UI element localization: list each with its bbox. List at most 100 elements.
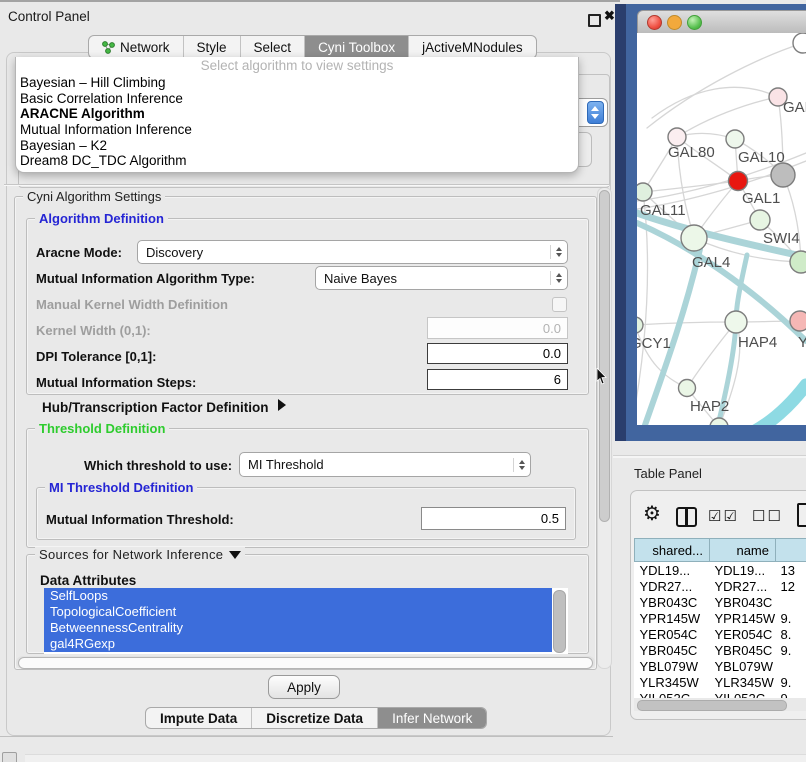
close-traffic-light-icon[interactable] bbox=[647, 15, 662, 30]
combo-stepper-icon[interactable] bbox=[587, 101, 604, 124]
table-row[interactable]: YDL19...YDL19...13 bbox=[635, 562, 806, 579]
algorithm-option[interactable]: Mutual Information Inference bbox=[16, 122, 578, 138]
separator bbox=[4, 184, 609, 186]
document-icon[interactable] bbox=[797, 503, 806, 527]
columns-icon[interactable] bbox=[676, 507, 697, 527]
gear-icon[interactable]: ⚙ bbox=[643, 504, 661, 524]
mi-algorithm-type-combobox[interactable]: Naive Bayes bbox=[315, 266, 568, 290]
close-icon[interactable]: ✖ bbox=[604, 8, 615, 24]
table-cell: YLR345W bbox=[635, 674, 710, 690]
attribute-list-item[interactable]: BetweennessCentrality bbox=[44, 620, 552, 636]
algorithm-option[interactable]: Basic Correlation Inference bbox=[16, 91, 578, 107]
node-right-green[interactable] bbox=[790, 251, 806, 273]
bottom-status-strip bbox=[25, 754, 806, 762]
node-HAP2[interactable] bbox=[679, 380, 696, 397]
algorithm-option[interactable]: Bayesian – K2 bbox=[16, 138, 578, 154]
kernel-width-label: Kernel Width (0,1): bbox=[36, 323, 151, 338]
node-GAL10[interactable] bbox=[726, 130, 744, 148]
table-cell: YER054C bbox=[710, 626, 776, 642]
aracne-mode-value: Discovery bbox=[138, 245, 550, 260]
table-row[interactable]: YIL052CYIL052C9 bbox=[635, 690, 806, 698]
data-attributes-list[interactable]: SelfLoopsTopologicalCoefficientBetweenne… bbox=[44, 588, 568, 654]
dpi-tolerance-field[interactable]: 0.0 bbox=[427, 343, 568, 364]
table-horizontal-scrollbar[interactable] bbox=[634, 698, 806, 711]
aracne-mode-combobox[interactable]: Discovery bbox=[137, 240, 568, 264]
checked-columns-icon[interactable]: ☑☑ bbox=[708, 507, 739, 525]
expander-expanded-icon bbox=[229, 551, 241, 559]
zoom-traffic-light-icon[interactable] bbox=[687, 15, 702, 30]
node-GAL1[interactable] bbox=[729, 172, 748, 191]
network-window-titlebar[interactable] bbox=[637, 10, 806, 34]
table-row[interactable]: YER054CYER054C8. bbox=[635, 626, 806, 642]
table-panel-title: Table Panel bbox=[634, 466, 702, 481]
vertical-scrollbar[interactable] bbox=[597, 187, 612, 669]
node-label: Y bbox=[798, 334, 806, 351]
table-column-header[interactable]: shared... bbox=[635, 539, 710, 562]
table-cell bbox=[776, 594, 806, 610]
hub-definition-expander[interactable]: Hub/Transcription Factor Definition bbox=[42, 400, 269, 415]
node-GCY1[interactable] bbox=[637, 317, 643, 333]
network-icon bbox=[102, 41, 115, 54]
node-GAL4[interactable] bbox=[681, 225, 707, 251]
node-GAL11[interactable] bbox=[637, 183, 652, 201]
float-window-icon[interactable] bbox=[588, 14, 601, 27]
table-row[interactable]: YDR27...YDR27...12 bbox=[635, 578, 806, 594]
list-scrollbar[interactable] bbox=[553, 590, 566, 653]
network-view-canvas[interactable]: GAL7GAL80GAL10GAL1GAL11SWI4GAL4GCY1HAP4Y… bbox=[637, 33, 806, 425]
table-cell: YER054C bbox=[635, 626, 710, 642]
apply-button[interactable]: Apply bbox=[268, 675, 340, 699]
tab-style[interactable]: Style bbox=[184, 36, 241, 58]
table-cell: YBL079W bbox=[710, 658, 776, 674]
network-edge bbox=[755, 385, 806, 425]
node-label: SWI4 bbox=[763, 230, 800, 247]
which-threshold-value: MI Threshold bbox=[240, 457, 513, 472]
node-table[interactable]: shared...name YDL19...YDL19...13YDR27...… bbox=[634, 538, 806, 698]
table-cell: YIL052C bbox=[635, 690, 710, 698]
data-attributes-label: Data Attributes bbox=[40, 573, 136, 588]
expander-collapsed-icon[interactable] bbox=[278, 399, 286, 411]
minimize-traffic-light-icon[interactable] bbox=[667, 15, 682, 30]
node-right-pink[interactable] bbox=[790, 311, 806, 331]
node-SWI4[interactable] bbox=[750, 210, 770, 230]
table-cell: YBL079W bbox=[635, 658, 710, 674]
attribute-list-item[interactable]: SelfLoops bbox=[44, 588, 552, 604]
algorithm-dropdown-prompt: Select algorithm to view settings bbox=[16, 57, 578, 75]
table-column-header[interactable] bbox=[776, 539, 806, 562]
minimized-panel-button[interactable] bbox=[2, 752, 17, 762]
table-row[interactable]: YBR043CYBR043C bbox=[635, 594, 806, 610]
mi-algorithm-type-label: Mutual Information Algorithm Type: bbox=[36, 271, 255, 286]
attribute-list-item[interactable]: gal4RGexp bbox=[44, 636, 552, 652]
mi-steps-field[interactable]: 6 bbox=[427, 369, 568, 390]
node-label: GAL11 bbox=[640, 202, 686, 219]
tab-network[interactable]: Network bbox=[89, 36, 184, 58]
mi-threshold-field[interactable]: 0.5 bbox=[421, 507, 566, 530]
algorithm-option[interactable]: ARACNE Algorithm bbox=[16, 106, 578, 122]
tab-infer-network[interactable]: Infer Network bbox=[378, 708, 486, 728]
table-column-header[interactable]: name bbox=[710, 539, 776, 562]
node-HAP4[interactable] bbox=[725, 311, 747, 333]
tab-label: Network bbox=[120, 40, 170, 55]
horizontal-scrollbar[interactable] bbox=[16, 656, 595, 669]
tab-select[interactable]: Select bbox=[241, 36, 306, 58]
tab-discretize-data[interactable]: Discretize Data bbox=[252, 708, 378, 728]
algorithm-option[interactable]: Bayesian – Hill Climbing bbox=[16, 75, 578, 91]
tab-jactivemnodules[interactable]: jActiveMNodules bbox=[409, 36, 536, 58]
table-row[interactable]: YPR145WYPR145W9. bbox=[635, 610, 806, 626]
attribute-list-item[interactable]: TopologicalCoefficient bbox=[44, 604, 552, 620]
node-label: HAP4 bbox=[738, 334, 777, 351]
tab-cyni-toolbox[interactable]: Cyni Toolbox bbox=[305, 36, 409, 58]
table-cell: YIL052C bbox=[710, 690, 776, 698]
table-row[interactable]: YLR345WYLR345W9. bbox=[635, 674, 806, 690]
tab-impute-data[interactable]: Impute Data bbox=[146, 708, 252, 728]
table-row[interactable]: YBR045CYBR045C9. bbox=[635, 642, 806, 658]
manual-kernel-width-checkbox[interactable] bbox=[552, 297, 567, 312]
algorithm-option[interactable]: Dream8 DC_TDC Algorithm bbox=[16, 153, 578, 169]
which-threshold-combobox[interactable]: MI Threshold bbox=[239, 452, 531, 477]
unchecked-columns-icon[interactable]: ☐☐ bbox=[752, 507, 783, 525]
sources-title[interactable]: Sources for Network Inference bbox=[35, 547, 245, 562]
kernel-width-field[interactable]: 0.0 bbox=[427, 317, 568, 339]
node-unlabeled-top[interactable] bbox=[793, 33, 806, 53]
table-row[interactable]: YBL079WYBL079W bbox=[635, 658, 806, 674]
node-gray[interactable] bbox=[771, 163, 795, 187]
table-cell: YLR345W bbox=[710, 674, 776, 690]
